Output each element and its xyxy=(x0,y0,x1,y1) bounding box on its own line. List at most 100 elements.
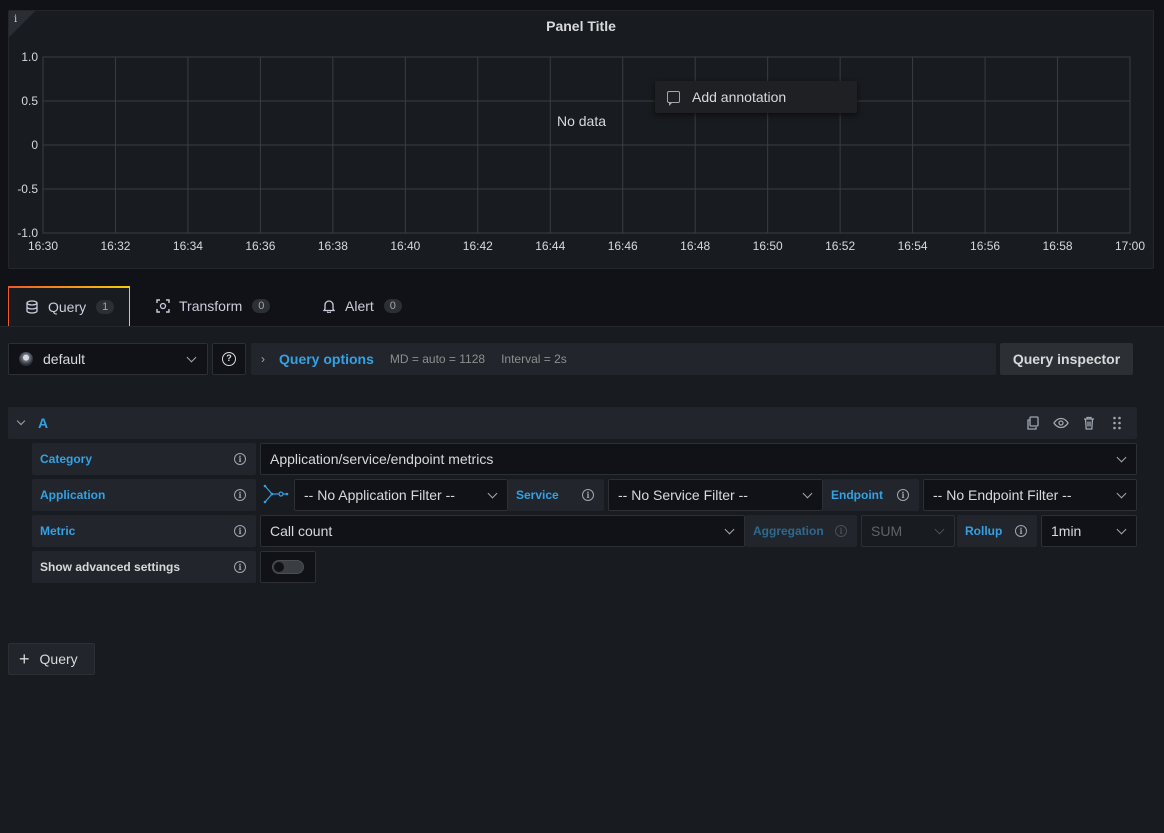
rollup-select[interactable]: 1min xyxy=(1041,515,1137,547)
transform-icon xyxy=(156,299,170,313)
add-annotation-label: Add annotation xyxy=(692,89,787,105)
datasource-picker[interactable]: default xyxy=(8,343,208,375)
application-label-text: Application xyxy=(40,488,106,502)
info-icon[interactable]: i xyxy=(234,525,246,537)
endpoint-filter-select[interactable]: -- No Endpoint Filter -- xyxy=(923,479,1137,511)
service-label: Service i xyxy=(508,479,604,511)
chart-grid xyxy=(42,56,1131,234)
aggregation-label: Aggregation i xyxy=(745,515,857,547)
aggregation-label-text: Aggregation xyxy=(753,524,824,538)
info-icon[interactable]: i xyxy=(897,489,909,501)
x-tick-label: 16:40 xyxy=(390,239,420,253)
info-icon[interactable]: i xyxy=(582,489,594,501)
x-tick-label: 17:00 xyxy=(1115,239,1145,253)
chevron-down-icon xyxy=(934,524,945,535)
filter-topology-icon[interactable] xyxy=(263,483,289,505)
endpoint-label-text: Endpoint xyxy=(831,488,883,502)
drag-handle-icon[interactable] xyxy=(1109,415,1125,431)
x-tick-label: 16:38 xyxy=(318,239,348,253)
category-select[interactable]: Application/service/endpoint metrics xyxy=(260,443,1137,475)
info-icon[interactable]: i xyxy=(234,489,246,501)
query-options-label[interactable]: Query options xyxy=(279,351,374,367)
chevron-down-icon xyxy=(186,352,197,363)
chevron-down-icon xyxy=(1116,488,1127,499)
tab-query-count: 1 xyxy=(96,300,115,314)
toggle-knob xyxy=(274,562,284,572)
tab-alert[interactable]: Alert 0 xyxy=(300,286,416,326)
metric-select[interactable]: Call count xyxy=(260,515,745,547)
graph-panel: i Panel Title 1.0 0.5 0 -0.5 -1.0 16:30 16:32… xyxy=(8,10,1154,269)
rollup-label-text: Rollup xyxy=(965,524,1003,538)
x-tick-label: 16:52 xyxy=(825,239,855,253)
application-filter-select[interactable]: -- No Application Filter -- xyxy=(294,479,508,511)
info-icon[interactable]: i xyxy=(234,453,246,465)
add-query-button[interactable]: + Query xyxy=(8,643,95,675)
no-data-message: No data xyxy=(556,113,607,129)
x-tick-label: 16:46 xyxy=(608,239,638,253)
database-icon xyxy=(25,300,39,314)
x-tick-label: 16:32 xyxy=(100,239,130,253)
x-tick-label: 16:34 xyxy=(173,239,203,253)
advanced-settings-label: Show advanced settings i xyxy=(32,551,256,583)
info-icon[interactable]: i xyxy=(234,561,246,573)
query-inspector-button[interactable]: Query inspector xyxy=(1000,343,1133,375)
advanced-settings-toggle[interactable] xyxy=(272,560,304,574)
aggregation-value: SUM xyxy=(871,523,903,539)
x-tick-label: 16:42 xyxy=(463,239,493,253)
query-row-header[interactable]: A xyxy=(8,407,1137,439)
datasource-name: default xyxy=(43,351,86,367)
x-tick-label: 16:58 xyxy=(1043,239,1073,253)
add-query-label: Query xyxy=(39,651,78,667)
chevron-down-icon xyxy=(802,488,813,499)
x-tick-label: 16:50 xyxy=(753,239,783,253)
rollup-label: Rollup i xyxy=(957,515,1037,547)
y-tick-label: 0.5 xyxy=(21,94,38,108)
x-tick-label: 16:56 xyxy=(970,239,1000,253)
endpoint-label: Endpoint i xyxy=(823,479,919,511)
interval-text: Interval = 2s xyxy=(501,352,567,366)
bell-icon xyxy=(322,299,336,313)
query-ref-id[interactable]: A xyxy=(38,415,48,431)
tab-query-label: Query xyxy=(48,299,87,315)
y-tick-label: -0.5 xyxy=(17,182,38,196)
metric-label-text: Metric xyxy=(40,524,76,538)
tab-alert-label: Alert xyxy=(345,298,374,314)
chevron-down-icon xyxy=(724,524,735,535)
x-tick-label: 16:44 xyxy=(535,239,565,253)
collapse-chevron-icon[interactable] xyxy=(16,416,26,426)
x-tick-label: 16:36 xyxy=(245,239,275,253)
service-label-text: Service xyxy=(516,488,559,502)
x-tick-label: 16:48 xyxy=(680,239,710,253)
plus-icon: + xyxy=(19,649,30,669)
trash-icon[interactable] xyxy=(1081,415,1097,431)
tab-transform[interactable]: Transform 0 xyxy=(132,286,298,326)
tab-query[interactable]: Query 1 xyxy=(8,286,130,326)
category-label: Category i xyxy=(32,443,256,475)
query-row-actions xyxy=(1025,415,1125,431)
comment-icon xyxy=(667,91,680,106)
add-annotation-button[interactable]: Add annotation xyxy=(655,81,857,113)
query-options-bar[interactable]: › Query options MD = auto = 1128 Interva… xyxy=(251,343,996,375)
aggregation-select: SUM xyxy=(861,515,955,547)
y-tick-label: -1.0 xyxy=(17,226,38,240)
category-value: Application/service/endpoint metrics xyxy=(270,451,494,467)
y-tick-label: 1.0 xyxy=(21,50,38,64)
chevron-down-icon xyxy=(487,488,498,499)
service-filter-select[interactable]: -- No Service Filter -- xyxy=(608,479,823,511)
help-button[interactable]: ? xyxy=(212,343,246,375)
copy-icon[interactable] xyxy=(1025,415,1041,431)
application-filter-value: -- No Application Filter -- xyxy=(304,487,455,503)
application-label: Application i xyxy=(32,479,256,511)
category-label-text: Category xyxy=(40,452,93,466)
service-filter-value: -- No Service Filter -- xyxy=(618,487,748,503)
eye-icon[interactable] xyxy=(1053,415,1069,431)
endpoint-filter-value: -- No Endpoint Filter -- xyxy=(933,487,1072,503)
question-icon: ? xyxy=(222,352,236,366)
y-tick-label: 0 xyxy=(31,138,38,152)
info-icon[interactable]: i xyxy=(1015,525,1027,537)
metric-label: Metric i xyxy=(32,515,256,547)
datasource-icon xyxy=(19,352,33,366)
tab-transform-label: Transform xyxy=(179,298,243,314)
x-tick-label: 16:30 xyxy=(28,239,58,253)
editor-tabs: Query 1 Transform 0 Alert 0 xyxy=(8,286,418,326)
